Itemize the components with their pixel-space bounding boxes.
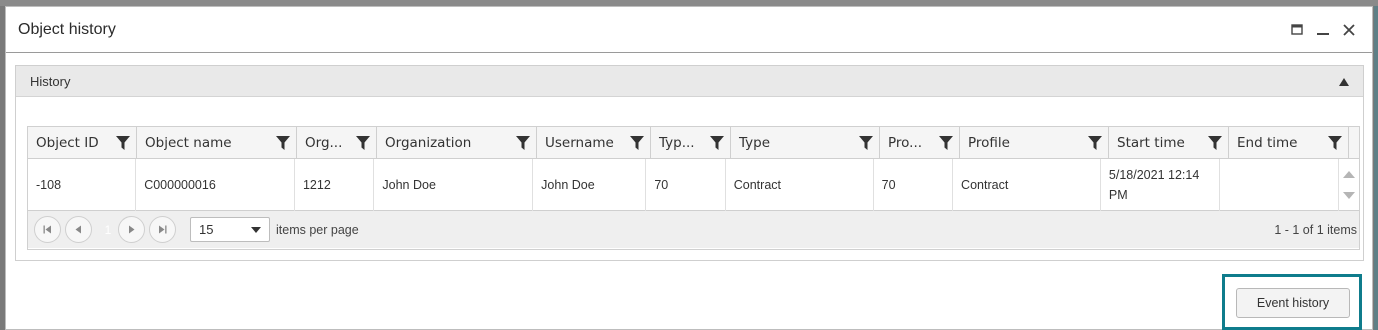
filter-icon[interactable] xyxy=(276,136,290,150)
column-header-start-time[interactable]: Start time xyxy=(1109,127,1229,159)
close-icon[interactable] xyxy=(1338,19,1360,41)
next-page-icon[interactable] xyxy=(118,216,145,243)
history-panel-title: History xyxy=(30,73,71,89)
cell-end-time xyxy=(1220,159,1340,211)
cell-profile: Contract xyxy=(953,159,1101,211)
column-header-type[interactable]: Type xyxy=(731,127,880,159)
chevron-down-icon xyxy=(251,226,261,233)
current-page[interactable]: 1 xyxy=(98,223,118,237)
column-header-org[interactable]: Org... xyxy=(297,127,377,159)
background-edge xyxy=(1374,6,1378,330)
cell-start-time: 5/18/2021 12:14 PM xyxy=(1101,159,1221,211)
first-page-icon[interactable] xyxy=(34,216,61,243)
column-label: Profile xyxy=(968,135,1010,151)
filter-icon[interactable] xyxy=(939,136,953,150)
column-label: Typ... xyxy=(659,135,695,151)
column-header-object-id[interactable]: Object ID xyxy=(28,127,137,159)
object-history-dialog: Object history History Object ID Object … xyxy=(5,6,1373,330)
column-header-pro[interactable]: Pro... xyxy=(880,127,960,159)
table-row[interactable]: -108 C000000016 1212 John Doe John Doe 7… xyxy=(28,159,1359,211)
column-header-end-time[interactable]: End time xyxy=(1229,127,1349,159)
column-label: Pro... xyxy=(888,135,923,151)
column-label: Start time xyxy=(1117,135,1185,151)
dialog-title: Object history xyxy=(18,20,116,38)
column-header-username[interactable]: Username xyxy=(537,127,651,159)
grid-pager: 1 15 items per page 1 - 1 of 1 items xyxy=(28,211,1359,248)
column-header-typ[interactable]: Typ... xyxy=(651,127,731,159)
filter-icon[interactable] xyxy=(116,136,130,150)
vertical-scrollbar[interactable] xyxy=(1339,159,1359,210)
cell-pro: 70 xyxy=(874,159,954,211)
filter-icon[interactable] xyxy=(516,136,530,150)
cell-object-name: C000000016 xyxy=(136,159,295,211)
cell-type: Contract xyxy=(726,159,874,211)
triangle-up-icon[interactable] xyxy=(1339,74,1349,89)
previous-page-icon[interactable] xyxy=(65,216,92,243)
cell-typ: 70 xyxy=(646,159,726,211)
filter-icon[interactable] xyxy=(1328,136,1342,150)
grid-header-row: Object ID Object name Org... Organizatio… xyxy=(28,127,1359,159)
column-label: Org... xyxy=(305,135,343,151)
event-history-button[interactable]: Event history xyxy=(1236,288,1350,318)
dialog-titlebar[interactable]: Object history xyxy=(6,7,1372,53)
filter-icon[interactable] xyxy=(356,136,370,150)
last-page-icon[interactable] xyxy=(149,216,176,243)
filter-icon[interactable] xyxy=(1208,136,1222,150)
page-size-value: 15 xyxy=(199,222,214,237)
column-label: Object name xyxy=(145,135,232,151)
page-size-select[interactable]: 15 xyxy=(190,217,270,242)
filter-icon[interactable] xyxy=(630,136,644,150)
column-label: Object ID xyxy=(36,135,99,151)
cell-org: 1212 xyxy=(295,159,375,211)
cell-username: John Doe xyxy=(533,159,647,211)
scroll-down-icon[interactable] xyxy=(1343,191,1356,199)
maximize-icon[interactable] xyxy=(1286,19,1308,41)
filter-icon[interactable] xyxy=(710,136,724,150)
minimize-icon[interactable] xyxy=(1312,19,1334,41)
cell-organization: John Doe xyxy=(374,159,534,211)
column-label: End time xyxy=(1237,135,1298,151)
scroll-up-icon[interactable] xyxy=(1343,170,1356,178)
history-panel-header[interactable]: History xyxy=(16,66,1363,97)
history-grid: Object ID Object name Org... Organizatio… xyxy=(27,126,1360,250)
column-label: Organization xyxy=(385,135,472,151)
column-label: Type xyxy=(739,135,771,151)
column-header-object-name[interactable]: Object name xyxy=(137,127,297,159)
filter-icon[interactable] xyxy=(1088,136,1102,150)
items-per-page-label: items per page xyxy=(276,222,359,237)
column-header-organization[interactable]: Organization xyxy=(377,127,537,159)
column-label: Username xyxy=(545,135,614,151)
cell-object-id: -108 xyxy=(28,159,137,211)
history-panel: History Object ID Object name Org... Org… xyxy=(15,65,1364,261)
column-header-profile[interactable]: Profile xyxy=(960,127,1109,159)
pager-info: 1 - 1 of 1 items xyxy=(1274,222,1357,237)
filter-icon[interactable] xyxy=(859,136,873,150)
